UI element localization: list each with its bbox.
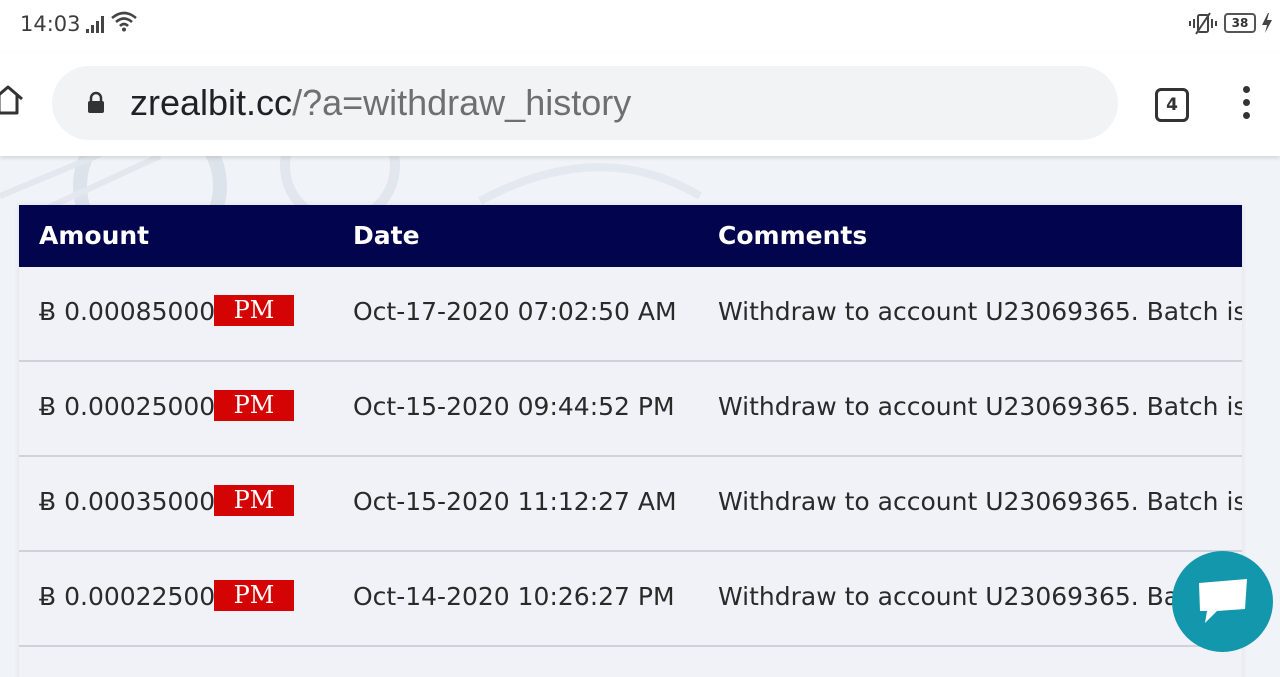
amount-cell: Ƀ 0.00025000 <box>39 392 216 421</box>
comment-cell: Withdraw to account U23069365. Batch is … <box>718 582 1242 611</box>
table-row: Ƀ 0.00085000 PM Oct-17-2020 07:02:50 AM … <box>19 267 1242 362</box>
comment-cell: Withdraw to account U23069365. Batch is … <box>718 392 1242 421</box>
home-icon[interactable] <box>0 82 26 118</box>
comment-cell: Withdraw to account U23069365. Batch is … <box>718 487 1242 516</box>
table-row: Ƀ 0.00025000 PM Oct-15-2020 09:44:52 PM … <box>19 362 1242 457</box>
chat-button[interactable] <box>1172 551 1273 652</box>
comment-cell: Withdraw to account U23069365. Batch is … <box>718 297 1242 326</box>
signal-icon <box>86 16 104 33</box>
table-row: Ƀ 0.00022500 PM Oct-14-2020 10:26:27 PM … <box>19 552 1242 647</box>
status-bar: 14:03 38 <box>0 0 1280 52</box>
url-text[interactable]: zrealbit.cc/?a=withdraw_history <box>130 82 631 124</box>
amount-cell: Ƀ 0.00022500 <box>39 582 216 611</box>
chat-icon <box>1199 579 1247 623</box>
browser-toolbar: zrealbit.cc/?a=withdraw_history 4 <box>0 52 1280 156</box>
vibrate-icon <box>1189 12 1217 35</box>
amount-cell: Ƀ 0.00085000 <box>39 297 216 326</box>
pm-badge: PM <box>214 390 294 421</box>
pm-badge: PM <box>214 485 294 516</box>
table-row: Ƀ 0.00035000 PM Oct-15-2020 11:12:27 AM … <box>19 457 1242 552</box>
url-domain: zrealbit.cc <box>130 82 293 123</box>
header-comments: Comments <box>718 221 868 250</box>
tabs-icon[interactable]: 4 <box>1155 88 1189 122</box>
more-vert-icon[interactable] <box>1236 86 1256 124</box>
lock-icon <box>88 91 104 113</box>
pm-badge: PM <box>214 295 294 326</box>
amount-cell: Ƀ 0.00035000 <box>39 487 216 516</box>
pm-badge: PM <box>214 580 294 611</box>
page-content: Amount Date Comments Ƀ 0.00085000 PM Oct… <box>0 156 1280 677</box>
date-cell: Oct-17-2020 07:02:50 AM <box>353 297 677 326</box>
header-amount: Amount <box>39 221 150 250</box>
battery-icon: 38 <box>1224 13 1256 33</box>
table-header: Amount Date Comments <box>19 205 1242 267</box>
address-bar[interactable]: zrealbit.cc/?a=withdraw_history <box>52 66 1118 140</box>
url-path: /?a=withdraw_history <box>292 82 632 123</box>
date-cell: Oct-15-2020 11:12:27 AM <box>353 487 677 516</box>
header-date: Date <box>353 221 420 250</box>
withdraw-history-table: Amount Date Comments Ƀ 0.00085000 PM Oct… <box>19 205 1242 677</box>
date-cell: Oct-14-2020 10:26:27 PM <box>353 582 675 611</box>
charging-bolt-icon <box>1262 13 1272 33</box>
status-time: 14:03 <box>20 12 81 36</box>
date-cell: Oct-15-2020 09:44:52 PM <box>353 392 675 421</box>
wifi-icon <box>111 11 137 32</box>
